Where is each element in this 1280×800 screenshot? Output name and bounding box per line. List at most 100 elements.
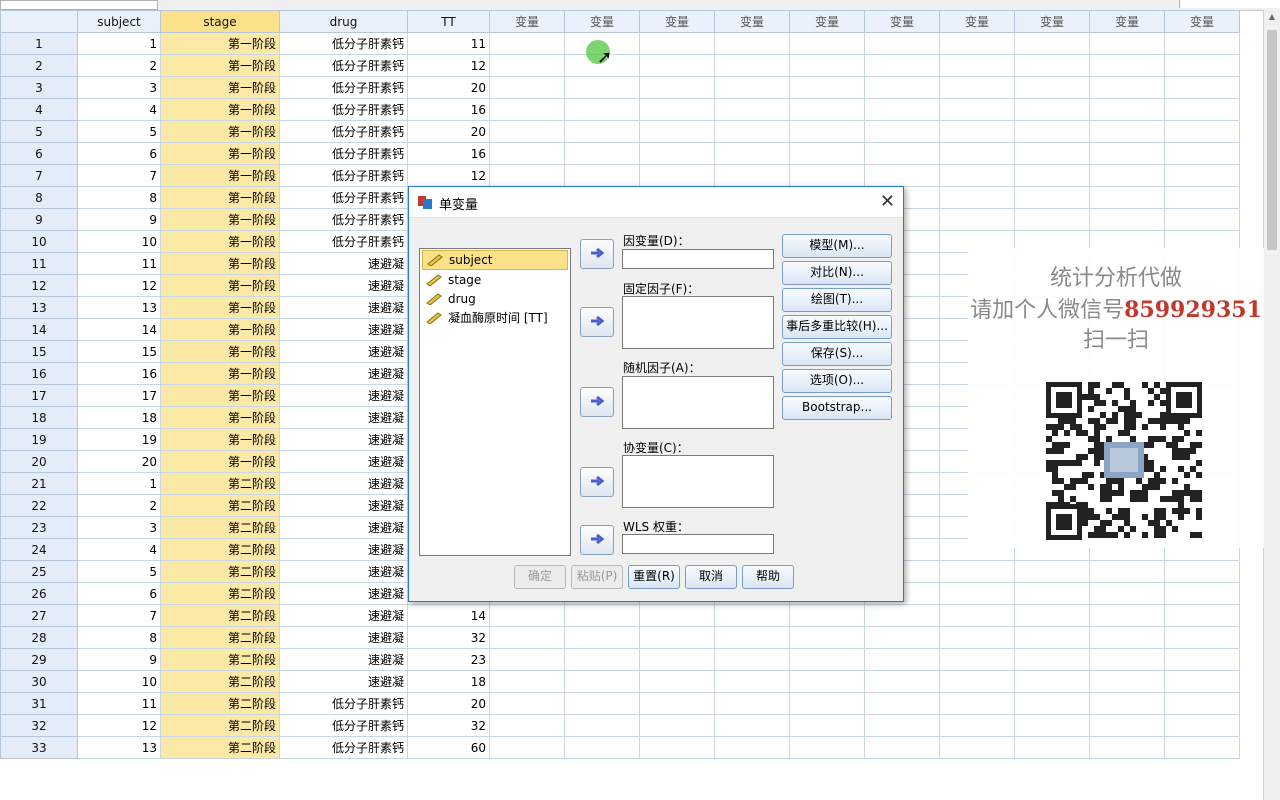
wls-weight-field[interactable]: [622, 534, 774, 554]
cell-empty[interactable]: [1164, 648, 1240, 671]
cell-stage[interactable]: 第二阶段: [160, 538, 280, 561]
cell-empty[interactable]: [939, 186, 1015, 209]
row-number[interactable]: 17: [0, 384, 78, 407]
cell-empty[interactable]: [789, 648, 865, 671]
cell-subject[interactable]: 4: [77, 538, 161, 561]
cell-empty[interactable]: [714, 736, 790, 759]
cell-stage[interactable]: 第一阶段: [160, 98, 280, 121]
cell-empty[interactable]: [489, 54, 565, 77]
cell-subject[interactable]: 1: [77, 472, 161, 495]
cell-empty[interactable]: [639, 626, 715, 649]
cell-stage[interactable]: 第二阶段: [160, 648, 280, 671]
close-icon[interactable]: ✕: [880, 191, 895, 212]
cell-drug[interactable]: 低分子肝素钙: [279, 98, 408, 121]
cell-empty[interactable]: [489, 714, 565, 737]
cell-stage[interactable]: 第一阶段: [160, 252, 280, 275]
cell-stage[interactable]: 第二阶段: [160, 516, 280, 539]
ok-button[interactable]: 确定: [514, 565, 566, 589]
cell-stage[interactable]: 第一阶段: [160, 230, 280, 253]
cell-drug[interactable]: 速避凝: [279, 494, 408, 517]
row-number[interactable]: 18: [0, 406, 78, 429]
row-number[interactable]: 1: [0, 32, 78, 55]
reset-button[interactable]: 重置(R): [628, 565, 680, 589]
cell-tt[interactable]: 20: [407, 120, 490, 143]
cell-drug[interactable]: 速避凝: [279, 362, 408, 385]
cell-stage[interactable]: 第一阶段: [160, 428, 280, 451]
cell-empty[interactable]: [489, 164, 565, 187]
cell-empty[interactable]: [1089, 120, 1165, 143]
cell-empty[interactable]: [564, 692, 640, 715]
cell-empty[interactable]: [714, 120, 790, 143]
cell-drug[interactable]: 低分子肝素钙: [279, 142, 408, 165]
row-number[interactable]: 21: [0, 472, 78, 495]
cell-stage[interactable]: 第一阶段: [160, 54, 280, 77]
row-number[interactable]: 28: [0, 626, 78, 649]
row-number[interactable]: 32: [0, 714, 78, 737]
cell-name-box[interactable]: [0, 0, 158, 10]
cell-empty[interactable]: [489, 32, 565, 55]
cell-empty[interactable]: [639, 670, 715, 693]
cell-stage[interactable]: 第二阶段: [160, 604, 280, 627]
cell-empty[interactable]: [1014, 32, 1090, 55]
cell-empty[interactable]: [639, 692, 715, 715]
column-header-subject[interactable]: subject: [77, 10, 161, 33]
cell-empty[interactable]: [1014, 208, 1090, 231]
row-number[interactable]: 31: [0, 692, 78, 715]
cell-drug[interactable]: 速避凝: [279, 626, 408, 649]
cell-empty[interactable]: [789, 714, 865, 737]
cell-empty[interactable]: [639, 76, 715, 99]
cell-stage[interactable]: 第二阶段: [160, 472, 280, 495]
cell-drug[interactable]: 速避凝: [279, 538, 408, 561]
cell-empty[interactable]: [864, 714, 940, 737]
cell-drug[interactable]: 速避凝: [279, 604, 408, 627]
cell-drug[interactable]: 速避凝: [279, 274, 408, 297]
cell-drug[interactable]: 速避凝: [279, 472, 408, 495]
cell-subject[interactable]: 12: [77, 274, 161, 297]
cell-empty[interactable]: [564, 142, 640, 165]
cell-empty[interactable]: [639, 714, 715, 737]
cell-empty[interactable]: [1089, 54, 1165, 77]
bootstrap-button[interactable]: Bootstrap...: [782, 396, 892, 420]
cell-empty[interactable]: [489, 604, 565, 627]
cell-empty[interactable]: [939, 560, 1015, 583]
cell-tt[interactable]: 60: [407, 736, 490, 759]
column-header-empty-var[interactable]: 变量: [1014, 10, 1090, 33]
cell-subject[interactable]: 6: [77, 142, 161, 165]
cell-subject[interactable]: 6: [77, 582, 161, 605]
cell-stage[interactable]: 第二阶段: [160, 736, 280, 759]
cell-empty[interactable]: [1014, 186, 1090, 209]
row-number[interactable]: 14: [0, 318, 78, 341]
cell-empty[interactable]: [939, 54, 1015, 77]
cell-empty[interactable]: [939, 626, 1015, 649]
cell-empty[interactable]: [1164, 142, 1240, 165]
cell-stage[interactable]: 第一阶段: [160, 76, 280, 99]
variable-item[interactable]: stage: [422, 271, 568, 289]
row-number[interactable]: 8: [0, 186, 78, 209]
cell-empty[interactable]: [564, 76, 640, 99]
cell-subject[interactable]: 2: [77, 54, 161, 77]
cell-empty[interactable]: [939, 208, 1015, 231]
cell-empty[interactable]: [939, 714, 1015, 737]
cell-drug[interactable]: 速避凝: [279, 516, 408, 539]
cell-empty[interactable]: [1089, 208, 1165, 231]
cell-empty[interactable]: [1164, 54, 1240, 77]
cell-empty[interactable]: [939, 692, 1015, 715]
cell-empty[interactable]: [789, 142, 865, 165]
cell-empty[interactable]: [1164, 604, 1240, 627]
cell-drug[interactable]: 低分子肝素钙: [279, 120, 408, 143]
cell-subject[interactable]: 16: [77, 362, 161, 385]
cell-empty[interactable]: [939, 98, 1015, 121]
cell-empty[interactable]: [789, 692, 865, 715]
cell-empty[interactable]: [1164, 560, 1240, 583]
cell-empty[interactable]: [864, 32, 940, 55]
dialog-titlebar[interactable]: 单变量 ✕: [409, 187, 903, 218]
row-number[interactable]: 29: [0, 648, 78, 671]
cell-empty[interactable]: [1089, 626, 1165, 649]
scroll-up-icon[interactable]: ▲: [1264, 10, 1280, 24]
column-header-empty-var[interactable]: 变量: [1164, 10, 1240, 33]
cell-empty[interactable]: [1164, 714, 1240, 737]
cell-empty[interactable]: [1014, 670, 1090, 693]
cell-drug[interactable]: 速避凝: [279, 450, 408, 473]
cell-drug[interactable]: 低分子肝素钙: [279, 230, 408, 253]
cell-tt[interactable]: 14: [407, 604, 490, 627]
